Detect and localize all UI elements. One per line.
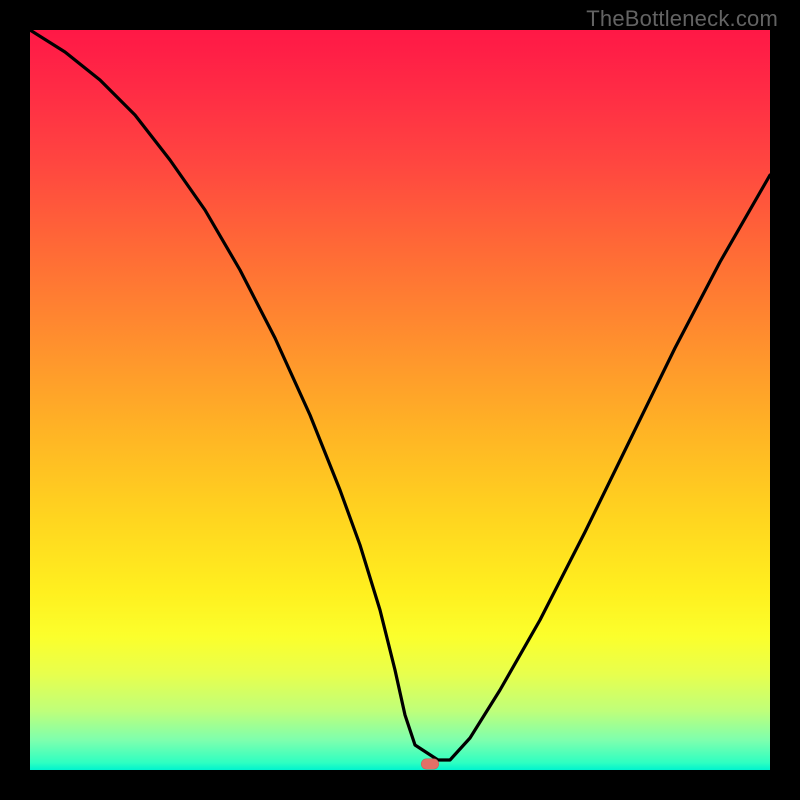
watermark-text: TheBottleneck.com xyxy=(586,6,778,32)
bottleneck-curve xyxy=(30,30,770,760)
curve-svg xyxy=(30,30,770,770)
chart-frame: TheBottleneck.com xyxy=(0,0,800,800)
optimum-marker xyxy=(421,759,439,770)
plot-area xyxy=(30,30,770,770)
